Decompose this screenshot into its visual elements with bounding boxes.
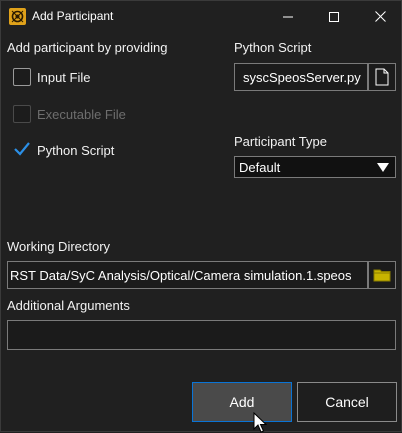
add-participant-dialog: Add Participant Add participant by provi…: [0, 0, 402, 433]
working-directory-label: Working Directory: [7, 239, 111, 254]
window-title: Add Participant: [32, 9, 114, 23]
close-icon: [374, 11, 386, 22]
participant-type-label: Participant Type: [234, 134, 327, 149]
python-script-option-label[interactable]: Python Script: [37, 143, 114, 158]
maximize-icon: [329, 11, 339, 22]
working-directory-field[interactable]: RST Data/SyC Analysis/Optical/Camera sim…: [7, 261, 368, 289]
python-script-label: Python Script: [234, 40, 312, 55]
mouse-cursor-icon: [253, 412, 267, 433]
folder-icon: [373, 269, 391, 282]
working-directory-value: RST Data/SyC Analysis/Optical/Camera sim…: [10, 267, 352, 283]
minimize-button[interactable]: [265, 1, 311, 32]
executable-file-checkbox: [13, 105, 31, 123]
python-script-checkbox[interactable]: [13, 140, 31, 158]
executable-file-label: Executable File: [37, 107, 126, 122]
title-bar[interactable]: Add Participant: [1, 1, 401, 32]
ansys-app-icon: [9, 8, 26, 25]
browse-working-directory-button[interactable]: [368, 261, 396, 289]
python-script-value: syscSpeosServer.py: [243, 69, 361, 85]
file-icon: [375, 68, 389, 86]
python-script-field[interactable]: syscSpeosServer.py: [234, 63, 368, 91]
additional-arguments-label: Additional Arguments: [7, 298, 130, 313]
additional-arguments-field[interactable]: [7, 320, 396, 350]
participant-type-value: Default: [239, 159, 281, 175]
chevron-down-icon: [377, 163, 389, 172]
input-file-label[interactable]: Input File: [37, 70, 90, 85]
add-button[interactable]: Add: [192, 382, 292, 422]
participant-type-select[interactable]: Default: [234, 156, 396, 178]
close-button[interactable]: [357, 1, 402, 32]
provide-group-heading: Add participant by providing: [7, 40, 168, 55]
input-file-checkbox[interactable]: [13, 68, 31, 86]
maximize-button[interactable]: [311, 1, 357, 32]
cancel-button[interactable]: Cancel: [297, 382, 397, 422]
browse-python-script-button[interactable]: [368, 63, 396, 91]
minimize-icon: [283, 16, 293, 17]
